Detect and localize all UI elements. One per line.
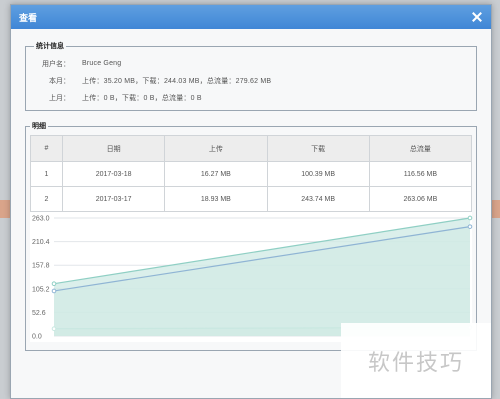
stat-row-this-month: 本月： 上传：35.20 MB，下载：244.03 MB，总流量：279.62 … xyxy=(34,72,468,89)
series-point xyxy=(51,281,57,287)
series-point xyxy=(467,215,473,221)
detail-table: # 日期 上传 下载 总流量 1 2017-03-18 16.27 MB 100… xyxy=(30,135,473,212)
close-icon[interactable] xyxy=(471,11,483,23)
stats-section: 统计信息 用户名： Bruce Geng 本月： 上传：35.20 MB，下载：… xyxy=(25,41,477,111)
column-header-download[interactable]: 下载 xyxy=(266,135,370,162)
table-row[interactable]: 1 2017-03-18 16.27 MB 100.39 MB 116.56 M… xyxy=(30,161,473,187)
cell-download: 243.74 MB xyxy=(266,186,370,212)
dialog-body: 统计信息 用户名： Bruce Geng 本月： 上传：35.20 MB，下载：… xyxy=(11,29,491,351)
cell-index: 1 xyxy=(30,161,63,187)
detail-legend: 明细 xyxy=(32,123,46,130)
y-tick-label: 105.2 xyxy=(32,286,50,293)
backdrop-strip xyxy=(0,200,10,218)
table-row[interactable]: 2 2017-03-17 18.93 MB 243.74 MB 263.06 M… xyxy=(30,186,473,212)
cell-date: 2017-03-17 xyxy=(61,186,166,212)
table-header-row: # 日期 上传 下载 总流量 xyxy=(30,135,473,162)
column-header-total[interactable]: 总流量 xyxy=(368,135,473,162)
dialog-header: 查看 xyxy=(11,5,491,29)
stat-row-last-month: 上月： 上传：0 B，下载：0 B，总流量：0 B xyxy=(34,89,468,106)
detail-section: 明细 # 日期 上传 下载 总流量 1 2017-03-18 16.27 MB … xyxy=(25,121,477,351)
cell-total: 116.56 MB xyxy=(368,161,473,187)
column-header-date[interactable]: 日期 xyxy=(61,135,166,162)
y-tick-label: 52.6 xyxy=(32,310,46,317)
y-tick-label: 210.4 xyxy=(32,239,50,246)
watermark-overlay: 软件技巧 xyxy=(341,323,491,398)
cell-upload: 16.27 MB xyxy=(164,161,268,187)
cell-upload: 18.93 MB xyxy=(164,186,268,212)
column-header-index[interactable]: # xyxy=(30,135,63,162)
view-dialog: 查看 统计信息 用户名： Bruce Geng 本月： 上传：35.20 MB，… xyxy=(10,4,492,399)
stat-row-username: 用户名： Bruce Geng xyxy=(34,55,468,72)
y-tick-label: 0.0 xyxy=(32,334,42,341)
cell-download: 100.39 MB xyxy=(266,161,370,187)
series-point xyxy=(51,288,57,294)
stat-label: 用户名： xyxy=(42,60,70,68)
stat-value: 上传：0 B，下载：0 B，总流量：0 B xyxy=(82,94,202,102)
cell-index: 2 xyxy=(30,186,63,212)
series-point xyxy=(467,224,473,229)
stats-legend: 统计信息 xyxy=(36,43,64,50)
cell-total: 263.06 MB xyxy=(368,186,473,212)
stat-label: 上月： xyxy=(49,94,70,102)
stat-value: 上传：35.20 MB，下载：244.03 MB，总流量：279.62 MB xyxy=(82,77,272,85)
cell-date: 2017-03-18 xyxy=(61,161,166,187)
series-point xyxy=(51,326,57,332)
dialog-title: 查看 xyxy=(19,12,38,23)
column-header-upload[interactable]: 上传 xyxy=(164,135,268,162)
y-tick-label: 263.0 xyxy=(32,216,50,223)
stat-label: 本月： xyxy=(49,77,70,85)
y-tick-label: 157.8 xyxy=(32,263,50,270)
stat-value: Bruce Geng xyxy=(82,60,122,67)
